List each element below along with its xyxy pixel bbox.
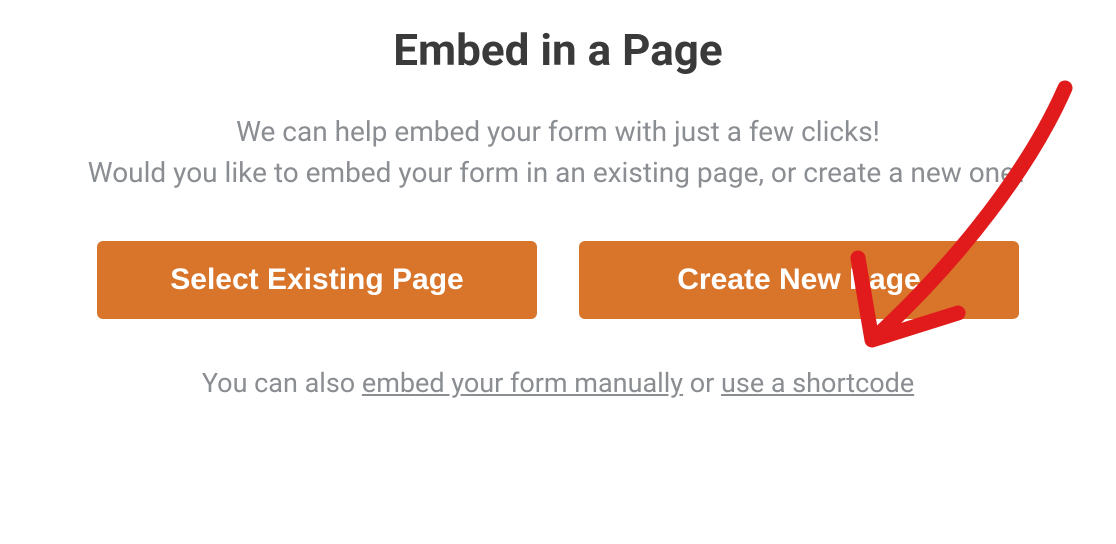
footer-text: You can also embed your form manually or… <box>202 367 914 399</box>
description-line-2: Would you like to embed your form in an … <box>88 156 1028 189</box>
button-row: Select Existing Page Create New Page <box>97 241 1019 319</box>
embed-manually-link[interactable]: embed your form manually <box>362 367 683 399</box>
dialog-description: We can help embed your form with just a … <box>88 112 1028 193</box>
use-shortcode-link[interactable]: use a shortcode <box>721 367 914 399</box>
dialog-title: Embed in a Page <box>393 24 722 76</box>
create-new-page-button[interactable]: Create New Page <box>579 241 1019 319</box>
select-existing-page-button[interactable]: Select Existing Page <box>97 241 537 319</box>
footer-prefix: You can also <box>202 367 362 399</box>
description-line-1: We can help embed your form with just a … <box>236 115 880 148</box>
footer-middle: or <box>683 367 721 399</box>
